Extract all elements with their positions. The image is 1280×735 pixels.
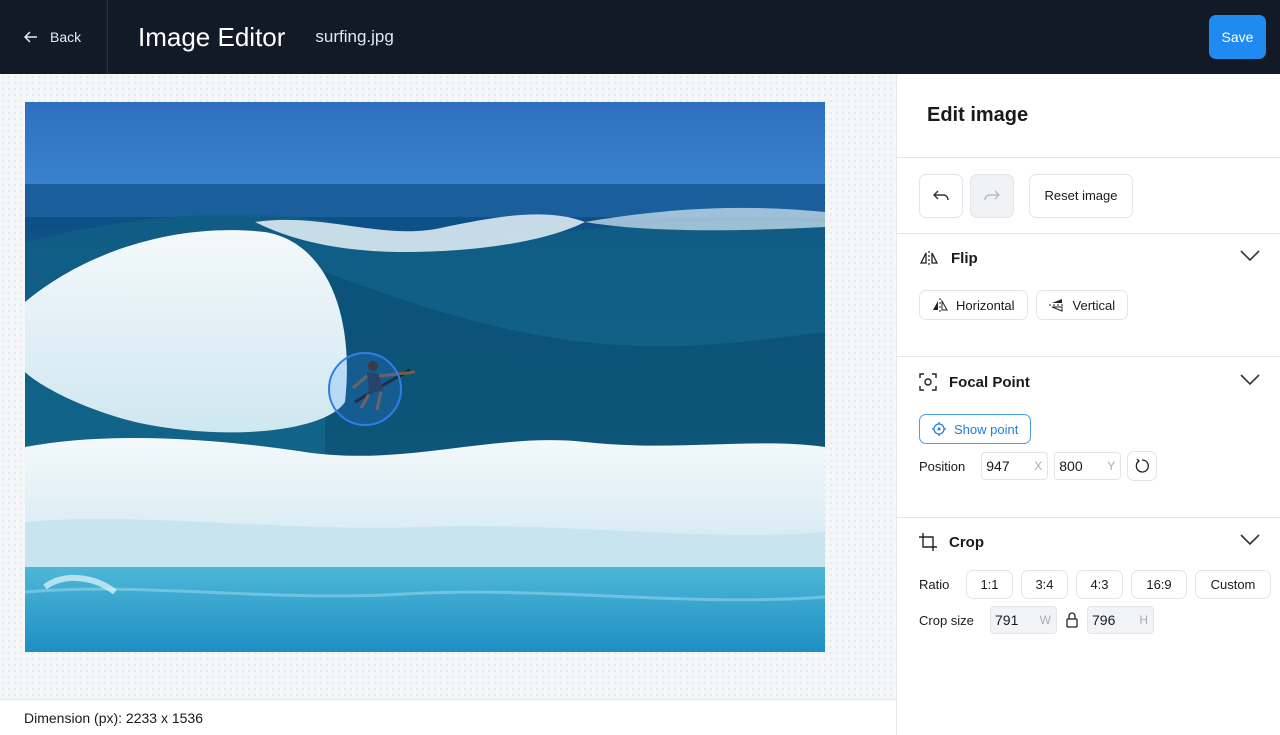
position-x-value: 947 [986, 458, 1010, 474]
edit-panel: Edit image Reset image Flip Horizontal V… [896, 74, 1280, 735]
refresh-icon [1135, 459, 1150, 473]
crop-icon [919, 533, 937, 551]
panel-title: Edit image [897, 74, 1280, 158]
chevron-down-icon [1240, 250, 1260, 262]
crop-width-field[interactable]: 791 W [990, 606, 1057, 634]
focal-point-header[interactable]: Focal Point [897, 358, 1280, 406]
flip-icon [919, 251, 939, 265]
crop-height-value: 796 [1092, 612, 1116, 628]
undo-button[interactable] [919, 173, 963, 218]
ratio-16-9-button[interactable]: 16:9 [1131, 570, 1187, 599]
focal-point-marker[interactable] [328, 352, 402, 426]
position-label: Position [919, 458, 966, 474]
reset-position-button[interactable] [1127, 451, 1158, 481]
ratio-4-3-button[interactable]: 4:3 [1076, 570, 1123, 599]
crop-section: Crop Ratio 1:1 3:4 4:3 16:9 Custom Crop … [897, 518, 1280, 634]
position-y-suffix: Y [1107, 459, 1116, 473]
crop-size-label: Crop size [919, 612, 974, 628]
ratio-label: Ratio [919, 577, 950, 592]
arrow-left-icon [24, 31, 37, 43]
ratio-custom-button[interactable]: Custom [1195, 570, 1271, 599]
reset-image-button[interactable]: Reset image [1029, 173, 1133, 218]
flip-horizontal-icon [933, 298, 948, 312]
focal-point-section: Focal Point Show point Position 947 X 80… [897, 358, 1280, 518]
crop-title: Crop [949, 533, 984, 551]
crop-width-suffix: W [1039, 613, 1051, 627]
app-title: Image Editor [138, 21, 286, 52]
crop-height-field[interactable]: 796 H [1087, 606, 1154, 634]
crosshair-icon [932, 422, 946, 436]
photo-art [25, 102, 825, 652]
focus-frame-icon [919, 373, 937, 391]
show-point-button[interactable]: Show point [919, 414, 1032, 444]
back-button[interactable]: Back [0, 0, 108, 74]
save-button[interactable]: Save [1209, 15, 1266, 59]
ratio-1-1-button[interactable]: 1:1 [966, 570, 1013, 599]
lock-icon[interactable] [1065, 612, 1079, 628]
position-y-value: 800 [1059, 458, 1083, 474]
crop-height-suffix: H [1139, 613, 1148, 627]
flip-title: Flip [951, 249, 978, 267]
flip-vertical-icon [1048, 299, 1065, 312]
flip-vertical-label: Vertical [1072, 297, 1116, 313]
surfing-photo[interactable] [25, 102, 825, 652]
flip-section: Flip Horizontal Vertical [897, 234, 1280, 357]
file-name: surfing.jpg [315, 27, 394, 46]
history-toolbar: Reset image [897, 158, 1280, 234]
crop-header[interactable]: Crop [897, 518, 1280, 566]
position-x-field[interactable]: 947 X [981, 452, 1049, 480]
flip-vertical-button[interactable]: Vertical [1035, 290, 1129, 320]
top-bar: Back Image Editor surfing.jpg Save [0, 0, 1280, 74]
chevron-down-icon [1240, 534, 1260, 546]
dimension-bar: Dimension (px): 2233 x 1536 [0, 699, 896, 735]
redo-icon [984, 190, 1000, 200]
redo-button[interactable] [970, 173, 1014, 218]
focal-point-title: Focal Point [949, 373, 1030, 391]
flip-horizontal-button[interactable]: Horizontal [919, 290, 1028, 320]
canvas-area [0, 74, 896, 699]
position-x-suffix: X [1034, 459, 1043, 473]
back-label: Back [50, 29, 82, 45]
crop-width-value: 791 [995, 612, 1019, 628]
ratio-3-4-button[interactable]: 3:4 [1021, 570, 1068, 599]
position-y-field[interactable]: 800 Y [1054, 452, 1122, 480]
dimension-text: Dimension (px): 2233 x 1536 [24, 709, 203, 726]
undo-icon [933, 190, 949, 200]
chevron-down-icon [1240, 374, 1260, 386]
flip-header[interactable]: Flip [897, 234, 1280, 282]
show-point-label: Show point [954, 421, 1019, 437]
flip-horizontal-label: Horizontal [956, 297, 1015, 313]
